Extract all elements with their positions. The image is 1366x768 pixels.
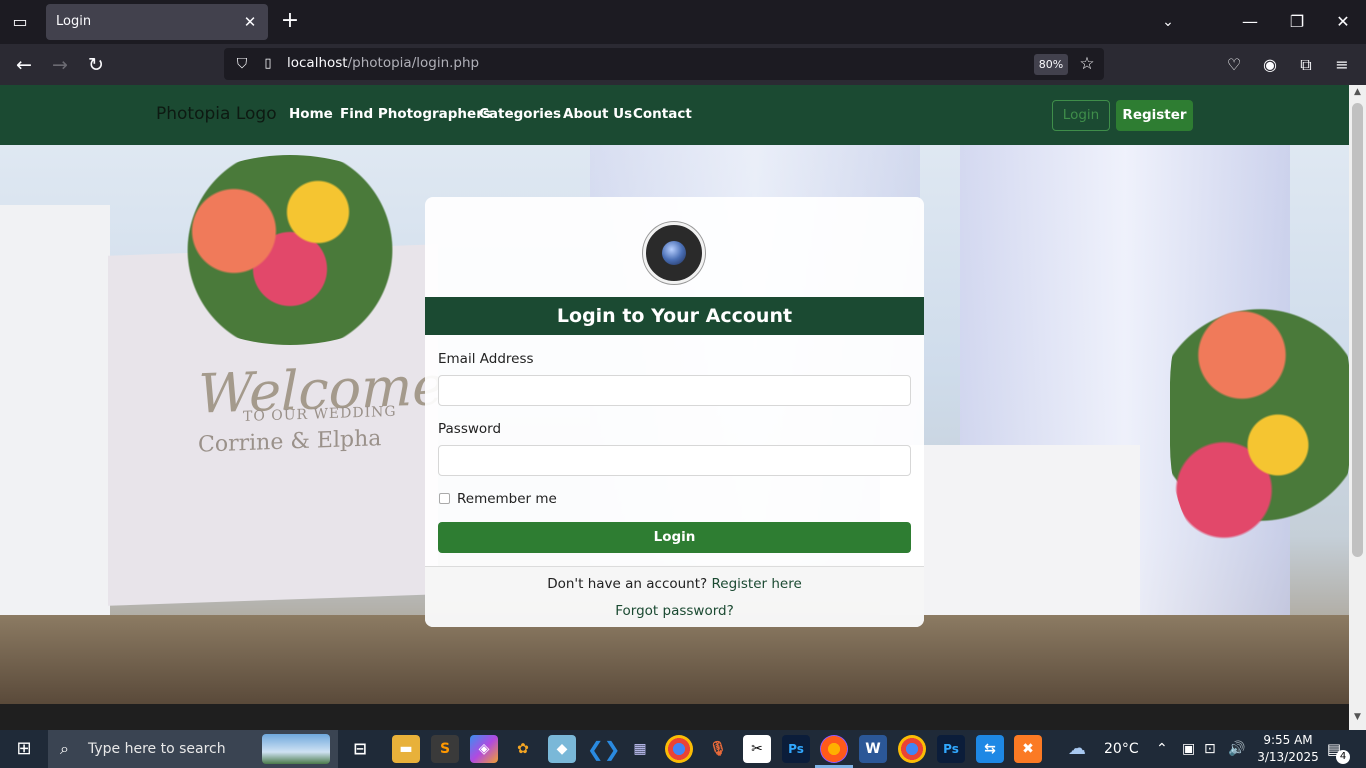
windows-start-icon[interactable]: ⊞: [14, 739, 34, 759]
nav-categories[interactable]: Categories: [479, 106, 561, 122]
sign-text: Corrine & Elpha: [198, 426, 382, 458]
chrome-icon[interactable]: [665, 735, 693, 763]
bookmark-star-icon[interactable]: ☆: [1076, 53, 1098, 75]
paw-app-icon[interactable]: ✿: [509, 735, 537, 763]
site-logo[interactable]: Photopia Logo: [156, 104, 277, 124]
camera-lens: [662, 241, 686, 265]
sublime-text-icon[interactable]: S: [431, 735, 459, 763]
scrollbar-thumb[interactable]: [1352, 103, 1363, 557]
restore-button[interactable]: ❐: [1282, 8, 1312, 36]
pocket-icon[interactable]: ♡: [1220, 51, 1248, 79]
search-icon: ⌕: [60, 739, 69, 758]
photoshop-icon[interactable]: Ps: [937, 735, 965, 763]
card-footer: Don't have an account? Register here For…: [425, 566, 924, 627]
nav-contact[interactable]: Contact: [633, 106, 692, 122]
email-field[interactable]: [438, 375, 911, 406]
firefox-icon[interactable]: [820, 735, 848, 763]
login-submit-button[interactable]: Login: [438, 522, 911, 553]
site-navbar: Photopia Logo Home Find Photographers Ca…: [0, 85, 1349, 145]
windows-taskbar: ⊞ ⌕ Type here to search ⊟ ▬ S ◈ ✿ ◆ ❮❯ ▦…: [0, 730, 1366, 768]
chevron-down-icon[interactable]: ⌄: [1156, 10, 1180, 34]
minimize-button[interactable]: —: [1235, 8, 1265, 36]
notification-count: 4: [1336, 750, 1350, 764]
url-text[interactable]: localhost/photopia/login.php: [287, 55, 479, 71]
browser-tab-strip: ▭ Login ✕ + ⌄ — ❐ ✕: [0, 0, 1366, 44]
url-bar[interactable]: ⛉ ▯ localhost/photopia/login.php 80% ☆: [224, 48, 1104, 80]
page-below-fold: [0, 704, 1349, 730]
close-window-button[interactable]: ✕: [1328, 8, 1358, 36]
word-icon[interactable]: W: [859, 735, 887, 763]
close-tab-icon[interactable]: ✕: [240, 12, 260, 32]
file-explorer-icon[interactable]: ▬: [392, 735, 420, 763]
list-all-tabs-icon[interactable]: ▭: [6, 10, 34, 34]
flower-arrangement: [1170, 265, 1349, 565]
remember-me-label[interactable]: Remember me: [457, 491, 557, 507]
forward-button[interactable]: →: [46, 51, 74, 79]
login-card: Login to Your Account Email Address Pass…: [425, 197, 924, 627]
back-button[interactable]: ←: [10, 51, 38, 79]
reload-button[interactable]: ↻: [82, 51, 110, 79]
url-host: localhost: [287, 55, 348, 71]
tab-title: Login: [56, 14, 92, 29]
forgot-password-link[interactable]: Forgot password?: [425, 603, 924, 619]
chevron-up-icon[interactable]: ⌃: [1156, 730, 1168, 768]
register-prompt: Don't have an account? Register here: [425, 576, 924, 592]
nav-about-us[interactable]: About Us: [563, 106, 632, 122]
register-link[interactable]: Register here: [712, 576, 802, 592]
page-icon[interactable]: ▯: [260, 54, 276, 74]
shield-icon[interactable]: ⛉: [232, 54, 252, 74]
url-path: /photopia/login.php: [347, 55, 480, 71]
nav-find-photographers[interactable]: Find Photographers: [340, 106, 491, 122]
page-scrollbar[interactable]: ▲ ▼: [1349, 85, 1366, 730]
capcut-icon[interactable]: ✂: [743, 735, 771, 763]
new-tab-button[interactable]: +: [278, 10, 302, 34]
clock-time: 9:55 AM: [1263, 733, 1313, 747]
scroll-up-arrow-icon[interactable]: ▲: [1349, 87, 1366, 101]
extensions-icon[interactable]: ⧉: [1292, 51, 1320, 79]
device-icon[interactable]: ▣: [1182, 730, 1195, 768]
network-icon[interactable]: ⊡: [1204, 730, 1216, 768]
search-placeholder: Type here to search: [88, 741, 226, 757]
xampp-icon[interactable]: ✖: [1014, 735, 1042, 763]
weather-temp[interactable]: 20°C: [1104, 730, 1139, 768]
app-icon[interactable]: ⇆: [976, 735, 1004, 763]
email-label: Email Address: [438, 351, 534, 367]
nav-home[interactable]: Home: [289, 106, 333, 122]
zoom-level[interactable]: 80%: [1034, 54, 1068, 75]
browser-toolbar: ← → ↻ ⛉ ▯ localhost/photopia/login.php 8…: [0, 44, 1366, 85]
notification-icon[interactable]: ▤ 4: [1322, 738, 1350, 764]
hamburger-menu-icon[interactable]: ≡: [1328, 51, 1356, 79]
login-title: Login to Your Account: [425, 297, 924, 335]
task-view-icon[interactable]: ⊟: [346, 735, 374, 763]
app-icon[interactable]: ▦: [626, 735, 654, 763]
volume-icon[interactable]: 🔊: [1228, 730, 1245, 768]
chrome-profile-icon[interactable]: [898, 735, 926, 763]
vscode-icon[interactable]: ❮❯: [587, 735, 621, 763]
photoshop-icon[interactable]: Ps: [782, 735, 810, 763]
password-label: Password: [438, 421, 502, 437]
copilot-icon[interactable]: ◈: [470, 735, 498, 763]
tent: [0, 205, 110, 625]
scroll-down-arrow-icon[interactable]: ▼: [1349, 712, 1366, 726]
clock-date: 3/13/2025: [1257, 750, 1319, 764]
microphone-icon[interactable]: 🎙: [704, 735, 732, 763]
nav-register-button[interactable]: Register: [1116, 100, 1193, 131]
clock[interactable]: 9:55 AM 3/13/2025: [1256, 732, 1320, 766]
search-highlight-image: [262, 734, 330, 764]
taskbar-search[interactable]: ⌕ Type here to search: [48, 730, 338, 768]
browser-tab[interactable]: Login ✕: [46, 4, 268, 40]
weather-cloud-icon[interactable]: ☁: [1068, 730, 1086, 768]
page-viewport: Photopia Logo Home Find Photographers Ca…: [0, 85, 1349, 704]
account-icon[interactable]: ◉: [1256, 51, 1284, 79]
remember-me-checkbox[interactable]: [439, 493, 450, 504]
app-icon[interactable]: ◆: [548, 735, 576, 763]
camera-icon: [643, 222, 705, 284]
no-account-text: Don't have an account?: [547, 576, 708, 592]
ground: [0, 615, 1349, 704]
nav-login-button[interactable]: Login: [1052, 100, 1110, 131]
password-field[interactable]: [438, 445, 911, 476]
flower-arrangement: [150, 155, 430, 345]
